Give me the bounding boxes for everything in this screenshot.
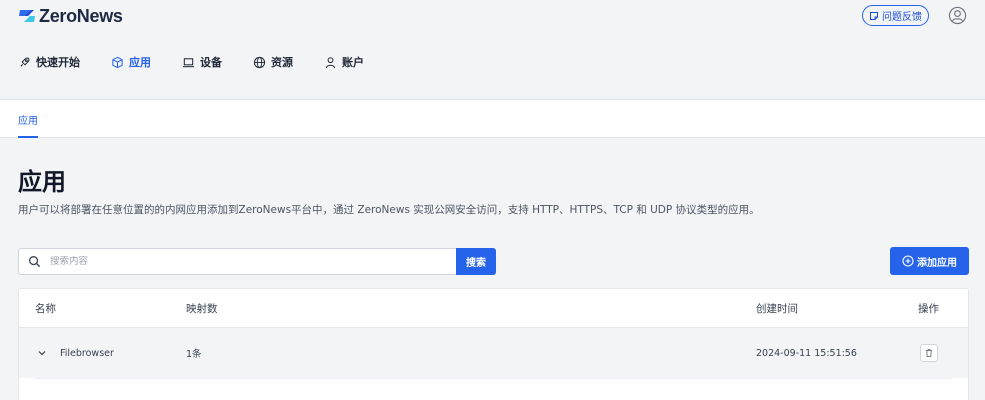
page-title: 应用: [18, 168, 66, 196]
globe-icon: [253, 56, 266, 68]
feedback-label: 问题反馈: [882, 12, 922, 23]
nav-label-apps: 应用: [129, 56, 151, 69]
nav-label-resources: 资源: [271, 56, 293, 69]
laptop-icon: [182, 57, 195, 67]
nav-item-devices[interactable]: 设备: [182, 54, 222, 70]
column-header-mappings: 映射数: [186, 302, 218, 315]
tab-apps[interactable]: 应用: [18, 100, 38, 138]
nav-item-resources[interactable]: 资源: [253, 54, 293, 70]
main-nav: 快速开始 应用 设备 资源 账户: [18, 52, 395, 72]
note-icon: [870, 11, 878, 20]
row-created: 2024-09-11 15:51:56: [756, 347, 857, 359]
page-description: 用户可以将部署在任意位置的的内网应用添加到ZeroNews平台中，通过 Zero…: [18, 204, 760, 216]
column-header-actions: 操作: [918, 302, 939, 315]
top-header: ZeroNews 问题反馈 快速开始 应用 设备 资源 账户: [0, 0, 985, 100]
search-input[interactable]: [50, 256, 430, 267]
row-name[interactable]: Filebrowser: [60, 328, 114, 378]
cube-icon: [112, 56, 123, 68]
column-header-created: 创建时间: [756, 302, 798, 315]
logo-text: ZeroNews: [39, 5, 123, 26]
logo[interactable]: ZeroNews: [18, 5, 123, 27]
nav-item-account[interactable]: 账户: [324, 54, 364, 70]
apps-table: 名称 映射数 创建时间 操作 Filebrowser 1条 2024-09-11…: [18, 288, 969, 400]
row-mappings: 1条: [186, 349, 202, 360]
tab-active-indicator: [18, 136, 38, 138]
expanded-row-panel: [35, 378, 952, 400]
search-icon: [29, 256, 41, 268]
plus-circle-icon: [902, 255, 914, 267]
trash-icon: [925, 349, 933, 358]
sub-nav: 应用: [0, 100, 985, 138]
nav-label-devices: 设备: [200, 56, 222, 69]
expand-toggle[interactable]: [37, 328, 47, 378]
rocket-icon: [20, 57, 30, 67]
add-app-label: 添加应用: [917, 257, 957, 269]
chevron-down-icon: [38, 351, 46, 356]
search-box: [18, 248, 457, 275]
column-header-name: 名称: [35, 302, 56, 315]
nav-label-quickstart: 快速开始: [36, 56, 80, 69]
nav-item-quickstart[interactable]: 快速开始: [18, 54, 80, 70]
table-row[interactable]: Filebrowser 1条 2024-09-11 15:51:56: [19, 328, 968, 378]
feedback-button[interactable]: 问题反馈: [862, 5, 929, 26]
zeronews-logo-icon: [19, 10, 35, 22]
nav-label-account: 账户: [342, 56, 364, 69]
user-icon: [325, 56, 336, 68]
user-circle-icon[interactable]: [948, 6, 967, 25]
search-button[interactable]: 搜索: [456, 248, 496, 275]
delete-button[interactable]: [920, 344, 938, 362]
add-app-button[interactable]: 添加应用: [890, 247, 969, 275]
nav-item-apps[interactable]: 应用: [111, 54, 151, 70]
